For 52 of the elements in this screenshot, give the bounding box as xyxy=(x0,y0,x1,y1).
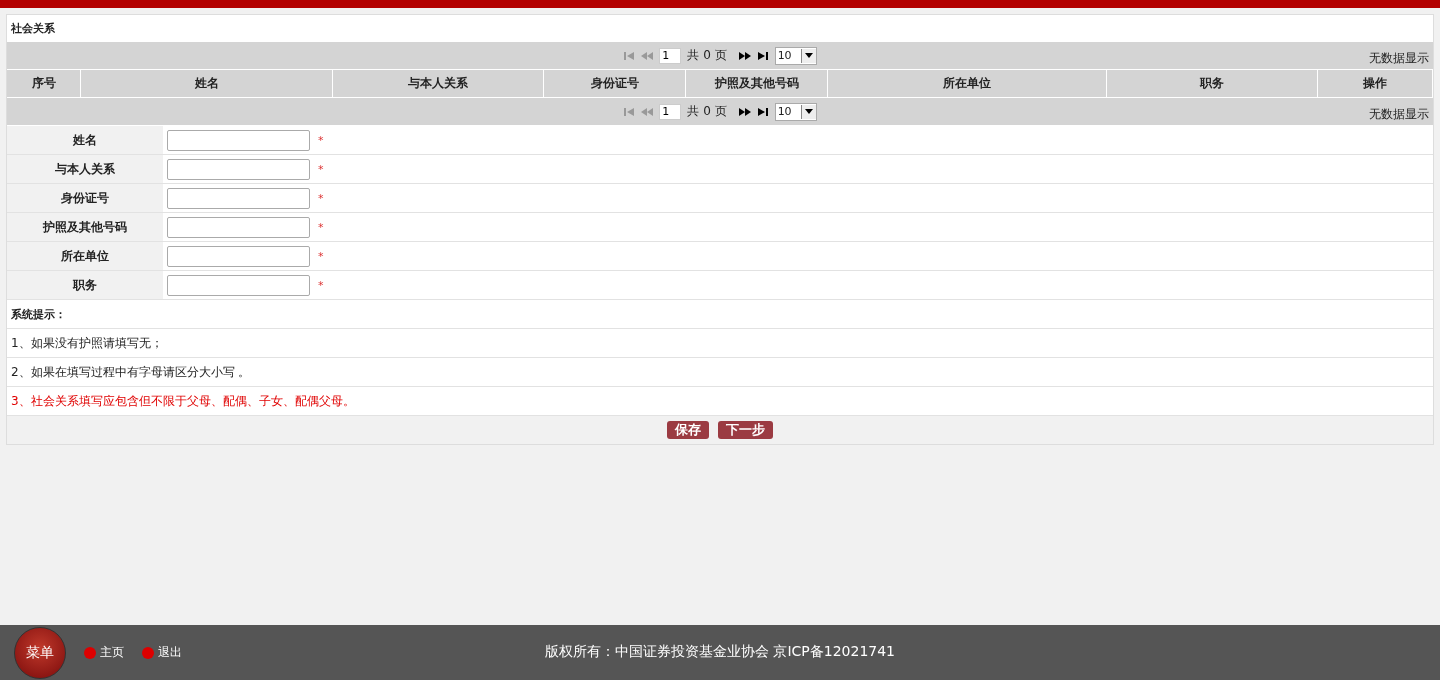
footer-link[interactable]: 退出 xyxy=(158,644,182,661)
page-input[interactable]: 1 xyxy=(659,47,682,64)
column-header: 与本人关系 xyxy=(333,70,544,97)
page-count: 共 0 页 xyxy=(687,103,727,120)
last-page-icon[interactable] xyxy=(756,50,769,61)
field-label: 职务 xyxy=(7,271,163,299)
input-field[interactable] xyxy=(167,129,310,151)
tip-text: 1、如果没有护照请填写无； xyxy=(7,329,1433,358)
column-header: 职务 xyxy=(1107,70,1318,97)
footer-link[interactable]: 主页 xyxy=(100,644,124,661)
required-mark: * xyxy=(318,162,324,176)
menu-button[interactable]: 菜单 xyxy=(14,626,66,679)
page-size-select[interactable]: 10 xyxy=(774,102,817,121)
next-page-icon[interactable] xyxy=(738,50,751,61)
column-header: 身份证号 xyxy=(544,70,686,97)
page-count: 共 0 页 xyxy=(687,47,727,64)
bullet-icon xyxy=(84,646,96,659)
input-field[interactable] xyxy=(167,216,310,238)
field-label: 所在单位 xyxy=(7,242,163,270)
column-header: 护照及其他号码 xyxy=(686,70,828,97)
input-field[interactable] xyxy=(167,274,310,296)
input-field[interactable] xyxy=(167,245,310,267)
field-label: 与本人关系 xyxy=(7,155,163,183)
empty-message: 无数据显示 xyxy=(1369,106,1429,123)
required-mark: * xyxy=(318,278,324,292)
dropdown-caret-icon xyxy=(804,109,813,114)
empty-message: 无数据显示 xyxy=(1369,50,1429,67)
tips-title: 系统提示： xyxy=(7,300,1433,329)
last-page-icon[interactable] xyxy=(756,106,769,117)
field-label: 护照及其他号码 xyxy=(7,213,163,241)
page-size-select[interactable]: 10 xyxy=(774,46,817,65)
save-button[interactable]: 保存 xyxy=(667,421,709,439)
field-label: 姓名 xyxy=(7,126,163,154)
field-label: 身份证号 xyxy=(7,184,163,212)
dropdown-caret-icon xyxy=(804,53,813,58)
copyright-text: 版权所有：中国证券投资基金业协会 京ICP备12021741 xyxy=(544,643,896,659)
tip-text: 2、如果在填写过程中有字母请区分大小写 。 xyxy=(7,358,1433,387)
column-header: 序号 xyxy=(7,70,81,97)
column-header: 所在单位 xyxy=(828,70,1107,97)
input-field[interactable] xyxy=(167,187,310,209)
section-title: 社会关系 xyxy=(10,21,56,37)
column-header: 操作 xyxy=(1318,70,1433,97)
required-mark: * xyxy=(318,249,324,263)
required-mark: * xyxy=(318,220,324,234)
bullet-icon xyxy=(142,646,154,659)
column-header: 姓名 xyxy=(81,70,333,97)
next-step-button[interactable]: 下一步 xyxy=(718,421,773,439)
page-input[interactable]: 1 xyxy=(659,103,682,120)
required-mark: * xyxy=(318,191,324,205)
required-mark: * xyxy=(318,133,324,147)
input-field[interactable] xyxy=(167,158,310,180)
next-page-icon[interactable] xyxy=(738,106,751,117)
